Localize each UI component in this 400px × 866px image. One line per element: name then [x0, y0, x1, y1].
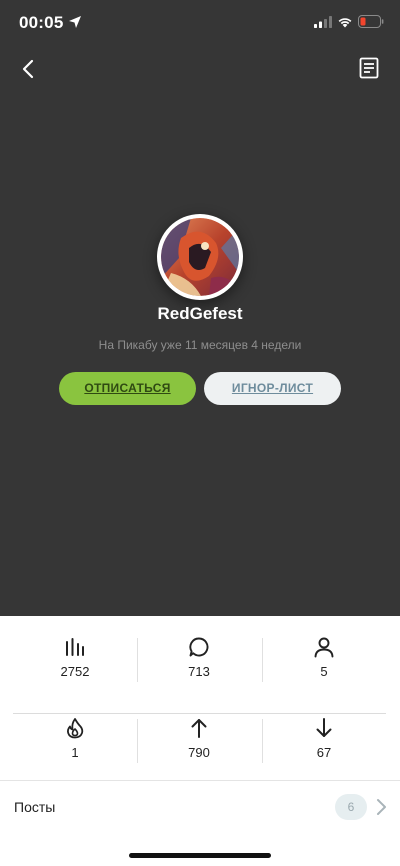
- stat-minuses: 67: [262, 713, 386, 777]
- back-chevron-icon[interactable]: [16, 56, 42, 82]
- username: RedGefest: [157, 304, 243, 323]
- stats-row: 2752 713 5: [0, 632, 400, 714]
- rating-bars-icon: [66, 638, 84, 656]
- user-icon: [314, 637, 334, 658]
- ignore-list-button[interactable]: ИГНОР-ЛИСТ: [204, 372, 341, 405]
- chevron-right-icon: [377, 799, 386, 815]
- location-arrow-icon: [69, 16, 81, 28]
- stat-value: 790: [188, 745, 210, 760]
- cellular-signal-icon: [314, 16, 332, 28]
- status-time: 00:05: [19, 13, 64, 32]
- stat-hot: 1: [13, 713, 137, 777]
- battery-low-icon: [358, 15, 384, 28]
- stat-rating: 2752: [13, 632, 137, 696]
- stat-value: 713: [188, 664, 210, 679]
- member-since-text: На Пикабу уже 11 месяцев 4 недели: [98, 338, 302, 352]
- posts-row[interactable]: Посты 6: [0, 780, 400, 832]
- stat-value: 1: [71, 745, 79, 760]
- avatar-image: [161, 218, 239, 296]
- stat-value: 2752: [60, 664, 90, 679]
- arrow-down-icon: [316, 718, 332, 737]
- comment-bubble-icon: [189, 637, 209, 657]
- stat-value: 5: [320, 664, 328, 679]
- home-indicator: [129, 853, 271, 858]
- posts-label: Посты: [14, 799, 56, 815]
- posts-count-badge: 6: [335, 794, 367, 820]
- wifi-icon: [338, 18, 352, 28]
- stat-comments: 713: [137, 632, 261, 696]
- unsubscribe-button[interactable]: ОТПИСАТЬСЯ: [59, 372, 196, 405]
- status-bar: 00:05: [0, 0, 400, 46]
- arrow-up-icon: [191, 719, 207, 738]
- stat-pluses: 790: [137, 713, 261, 777]
- notes-icon[interactable]: [357, 56, 381, 80]
- stat-value: 67: [316, 745, 332, 760]
- stat-subscribers: 5: [262, 632, 386, 696]
- profile-header: 00:05 RedGefest На Пикабу уже 11 месяцев…: [0, 0, 400, 616]
- flame-icon: [67, 718, 84, 739]
- avatar[interactable]: [157, 214, 243, 300]
